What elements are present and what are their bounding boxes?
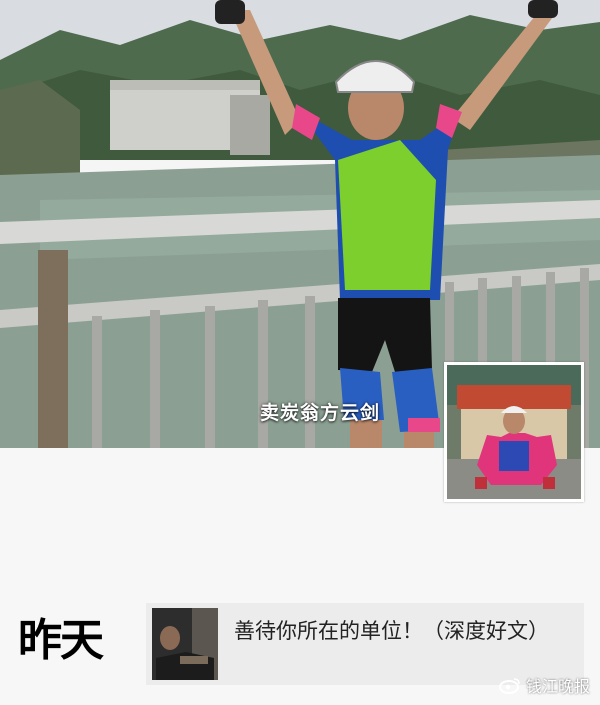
weibo-icon — [498, 678, 520, 694]
date-label: 昨天 — [18, 615, 104, 666]
avatar-image — [447, 365, 581, 499]
watermark-text: 钱江晚报 — [525, 677, 590, 696]
post-thumbnail — [152, 608, 218, 680]
source-watermark: 钱江晚报 — [498, 673, 590, 697]
article-thumbnail-icon — [152, 608, 218, 680]
cover-caption: 卖炭翁方云剑 — [260, 402, 381, 424]
post-text: 善待你所在的单位！（深度好文） — [234, 619, 549, 643]
avatar[interactable] — [444, 362, 584, 502]
